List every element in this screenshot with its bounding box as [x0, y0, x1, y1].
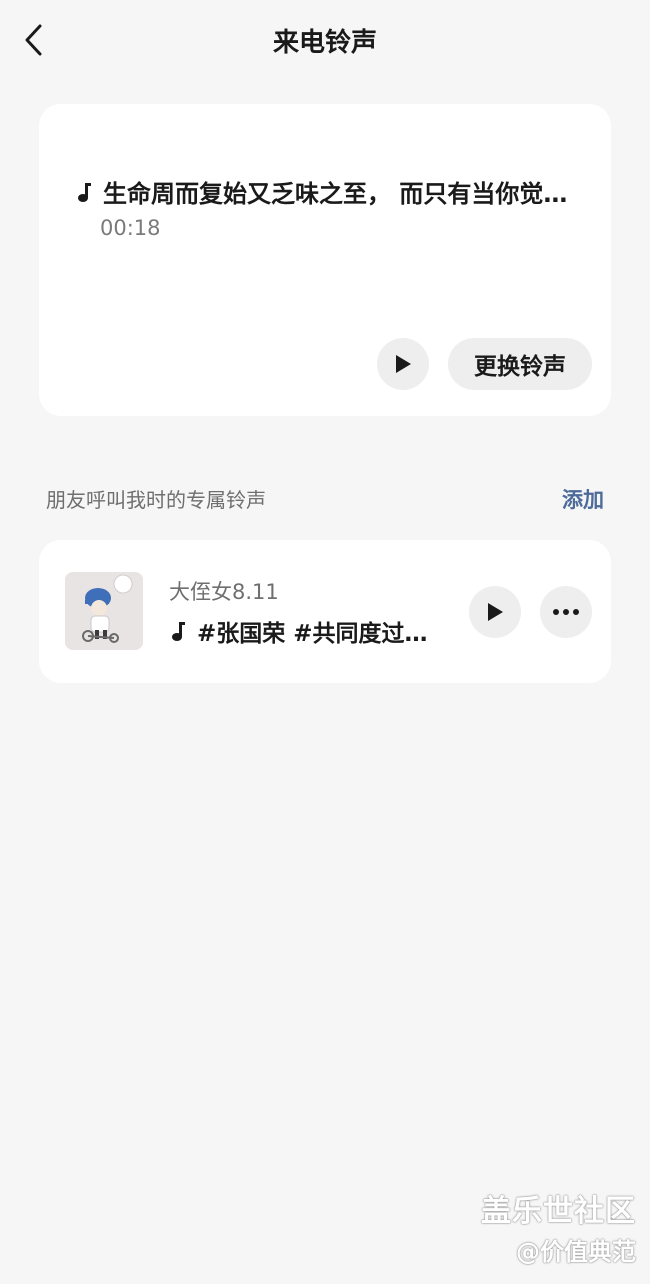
friend-ringtone-card[interactable]: 大侄女8.11 #张国荣 #共同度过… — [39, 540, 611, 683]
play-icon — [396, 355, 411, 373]
friends-section-label: 朋友呼叫我时的专属铃声 — [46, 488, 266, 512]
play-current-ringtone-button[interactable] — [377, 338, 429, 390]
add-friend-ringtone-button[interactable]: 添加 — [562, 484, 604, 514]
watermark-user: @价值典范 — [516, 1238, 636, 1266]
friend-ringtone-title: #张国荣 #共同度过… — [197, 621, 428, 647]
current-ringtone-row: 生命周而复始又乏味之至， 而只有当你觉… — [73, 174, 593, 209]
more-horizontal-icon — [553, 609, 579, 615]
top-bar: 来电铃声 — [0, 0, 650, 80]
contact-avatar — [65, 572, 143, 650]
current-ringtone-card: 生命周而复始又乏味之至， 而只有当你觉… 00:18 更换铃声 — [39, 104, 611, 416]
current-ringtone-duration: 00:18 — [100, 216, 161, 240]
current-ringtone-title: 生命周而复始又乏味之至， 而只有当你觉… — [103, 180, 568, 208]
watermark-community: 盖乐世社区 — [481, 1194, 636, 1229]
music-note-icon — [167, 617, 189, 645]
play-icon — [488, 603, 503, 621]
more-options-button[interactable] — [540, 586, 592, 638]
change-ringtone-button[interactable]: 更换铃声 — [448, 338, 592, 390]
play-friend-ringtone-button[interactable] — [469, 586, 521, 638]
music-note-icon — [73, 178, 95, 206]
friend-ringtone-row: #张国荣 #共同度过… — [167, 614, 467, 648]
friend-name: 大侄女8.11 — [169, 580, 279, 604]
page-title: 来电铃声 — [272, 28, 377, 58]
